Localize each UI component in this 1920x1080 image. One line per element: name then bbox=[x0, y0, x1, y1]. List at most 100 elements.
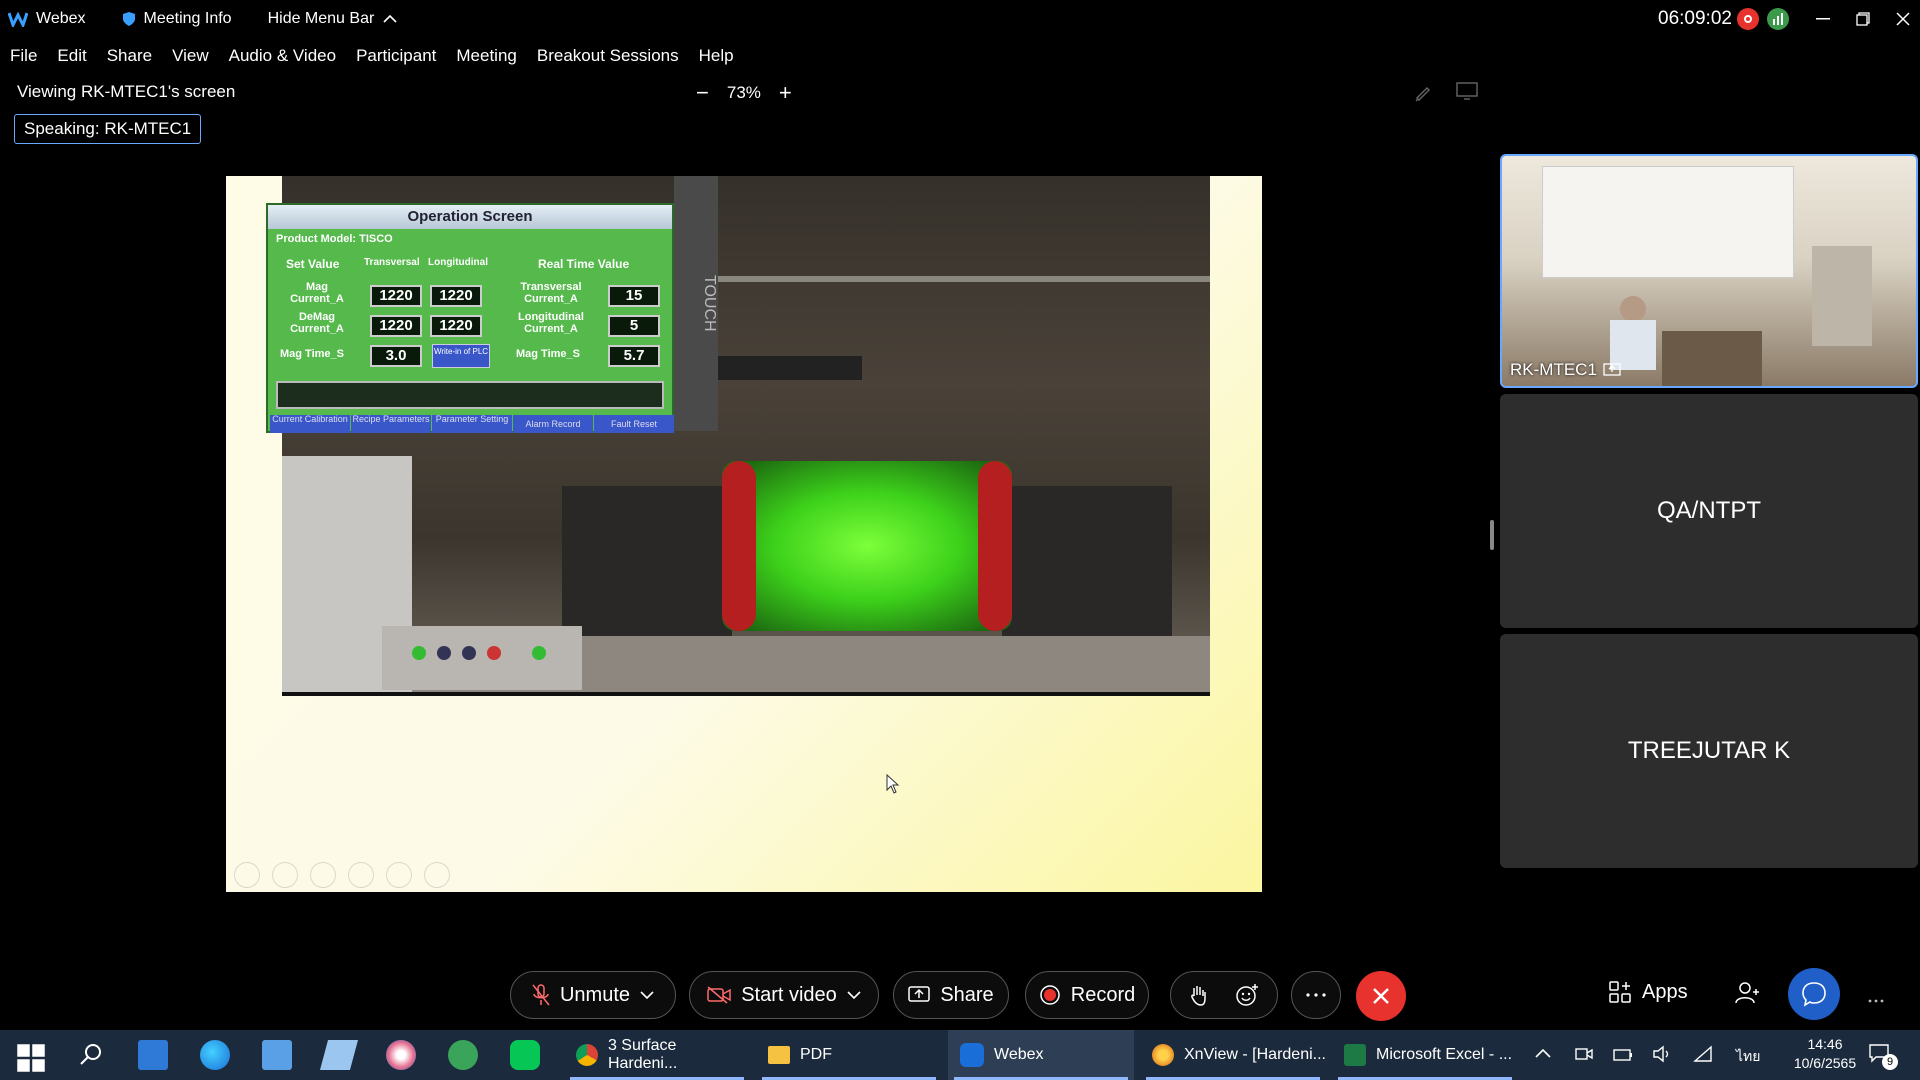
restore-icon bbox=[1856, 12, 1870, 26]
more-dots-icon bbox=[1868, 999, 1884, 1003]
menu-edit[interactable]: Edit bbox=[57, 46, 86, 66]
edge-browser-icon[interactable] bbox=[200, 1040, 230, 1070]
menu-share[interactable]: Share bbox=[107, 46, 152, 66]
hmi-rt-time-label: Mag Time_S bbox=[516, 348, 580, 360]
slide-zoom-icon[interactable] bbox=[386, 862, 412, 888]
hmi-write-plc-button: Write-in of PLC bbox=[432, 344, 490, 368]
hmi-mag-long-value: 1220 bbox=[430, 285, 482, 307]
pinwheel-app-icon[interactable] bbox=[386, 1040, 416, 1070]
meeting-timer: 06:09:02 bbox=[1658, 8, 1732, 29]
request-control-button[interactable] bbox=[1456, 82, 1478, 105]
zoom-control: − 73% + bbox=[696, 80, 792, 106]
video-off-icon bbox=[707, 986, 731, 1004]
chat-icon bbox=[1802, 982, 1826, 1007]
hide-menu-bar-button[interactable]: Hide Menu Bar bbox=[268, 10, 407, 28]
apps-grid-icon bbox=[1609, 981, 1631, 1003]
hmi-rt-trans-label: Transversal Current_A bbox=[520, 281, 582, 305]
minimize-button[interactable] bbox=[1810, 6, 1836, 32]
shield-icon bbox=[122, 12, 135, 26]
volume-icon[interactable] bbox=[1652, 1045, 1672, 1063]
annotate-pen-icon bbox=[1415, 87, 1430, 102]
video-tile-qa-ntpt[interactable]: QA/NTPT bbox=[1500, 394, 1918, 628]
chevron-down-icon bbox=[640, 991, 654, 999]
zoom-in-button[interactable]: + bbox=[779, 80, 792, 106]
notes-app-icon[interactable] bbox=[319, 1040, 359, 1070]
menu-view[interactable]: View bbox=[172, 46, 209, 66]
taskbar-pdf-folder[interactable]: PDF bbox=[756, 1030, 942, 1080]
wifi-icon[interactable] bbox=[1693, 1045, 1713, 1063]
menu-help[interactable]: Help bbox=[699, 46, 734, 66]
notification-count-badge: 9 bbox=[1882, 1054, 1898, 1070]
hmi-set-value-header: Set Value bbox=[286, 257, 340, 271]
meeting-info-button[interactable]: Meeting Info bbox=[122, 10, 232, 28]
panel-more-button[interactable] bbox=[1868, 990, 1884, 1008]
raise-hand-icon[interactable] bbox=[1189, 984, 1209, 1006]
search-icon[interactable] bbox=[76, 1040, 106, 1070]
folder-icon bbox=[768, 1046, 790, 1064]
hmi-real-time-header: Real Time Value bbox=[538, 257, 630, 271]
hmi-mag-current-label: Mag Current_A bbox=[290, 281, 344, 305]
menu-audio-video[interactable]: Audio & Video bbox=[229, 46, 336, 66]
menu-breakout-sessions[interactable]: Breakout Sessions bbox=[537, 46, 679, 66]
end-meeting-button[interactable] bbox=[1356, 971, 1406, 1021]
slide-prev-icon[interactable] bbox=[234, 862, 260, 888]
tray-expand-icon[interactable] bbox=[1535, 1048, 1551, 1058]
share-button[interactable]: Share bbox=[893, 971, 1009, 1019]
taskbar-chrome-app[interactable]: 3 Surface Hardeni... bbox=[564, 1030, 750, 1080]
notifications-button[interactable]: 9 bbox=[1868, 1042, 1898, 1070]
network-app-icon[interactable] bbox=[262, 1040, 292, 1070]
slide-copy-icon[interactable] bbox=[348, 862, 374, 888]
hmi-tab-current-calibration: Current Calibration bbox=[270, 415, 350, 433]
calculator-icon[interactable] bbox=[138, 1040, 168, 1070]
input-language[interactable]: ไทย bbox=[1736, 1046, 1760, 1068]
taskbar-webex-app[interactable]: Webex bbox=[948, 1030, 1134, 1080]
meet-now-icon[interactable] bbox=[1575, 1045, 1593, 1063]
hmi-title: Operation Screen bbox=[268, 205, 672, 229]
unmute-button[interactable]: Unmute bbox=[510, 971, 676, 1019]
record-icon bbox=[1040, 985, 1060, 1005]
menu-file[interactable]: File bbox=[10, 46, 37, 66]
apps-button[interactable]: Apps bbox=[1608, 980, 1688, 1004]
line-app-icon[interactable] bbox=[510, 1040, 540, 1070]
globe-app-icon[interactable] bbox=[448, 1040, 478, 1070]
close-window-button[interactable] bbox=[1890, 6, 1916, 32]
start-video-button[interactable]: Start video bbox=[689, 971, 879, 1019]
hmi-tab-recipe-parameters: Recipe Parameters bbox=[351, 415, 431, 433]
hmi-mag-time-label: Mag Time_S bbox=[280, 348, 344, 360]
more-options-button[interactable] bbox=[1291, 971, 1341, 1019]
panel-resize-handle[interactable] bbox=[1490, 520, 1494, 550]
taskbar-clock[interactable]: 14:46 10/6/2565 bbox=[1790, 1036, 1860, 1071]
video-tile-treejutar[interactable]: TREEJUTAR K bbox=[1500, 634, 1918, 868]
taskbar-xnview-app[interactable]: XnView - [Hardeni... bbox=[1140, 1030, 1326, 1080]
hmi-rt-trans-value: 15 bbox=[608, 285, 660, 307]
windows-start-icon[interactable] bbox=[16, 1043, 46, 1073]
taskbar-excel-app[interactable]: Microsoft Excel - ... bbox=[1332, 1030, 1518, 1080]
slide-next-icon[interactable] bbox=[272, 862, 298, 888]
annotate-button[interactable] bbox=[1414, 82, 1434, 107]
hmi-mag-time-value: 3.0 bbox=[370, 345, 422, 367]
menu-participant[interactable]: Participant bbox=[356, 46, 436, 66]
taskbar-app-label: PDF bbox=[800, 1046, 832, 1063]
video-tile-active-speaker[interactable]: RK-MTEC1 bbox=[1500, 154, 1918, 388]
slide-more-icon[interactable] bbox=[424, 862, 450, 888]
record-button[interactable]: Record bbox=[1025, 971, 1149, 1019]
battery-icon[interactable] bbox=[1613, 1046, 1633, 1062]
screen-share-icon bbox=[1603, 363, 1621, 376]
participants-button[interactable] bbox=[1734, 980, 1760, 1011]
chevron-up-icon bbox=[383, 14, 397, 23]
webex-logo-icon bbox=[8, 11, 28, 27]
menu-meeting[interactable]: Meeting bbox=[456, 46, 516, 66]
restore-button[interactable] bbox=[1850, 6, 1876, 32]
viewing-label: Viewing RK-MTEC1's screen bbox=[17, 82, 236, 101]
network-status-icon[interactable] bbox=[1767, 8, 1789, 30]
zoom-level: 73% bbox=[726, 83, 761, 102]
reactions-icon[interactable] bbox=[1235, 983, 1259, 1007]
record-label: Record bbox=[1070, 983, 1136, 1006]
slide-pen-icon[interactable] bbox=[310, 862, 336, 888]
app-title: Webex bbox=[8, 10, 86, 28]
hmi-longitudinal-header: Longitudinal bbox=[428, 257, 488, 268]
share-label: Share bbox=[940, 983, 994, 1006]
zoom-out-button[interactable]: − bbox=[696, 80, 709, 106]
slide-toolbar bbox=[234, 862, 450, 888]
chat-button[interactable] bbox=[1788, 968, 1840, 1020]
